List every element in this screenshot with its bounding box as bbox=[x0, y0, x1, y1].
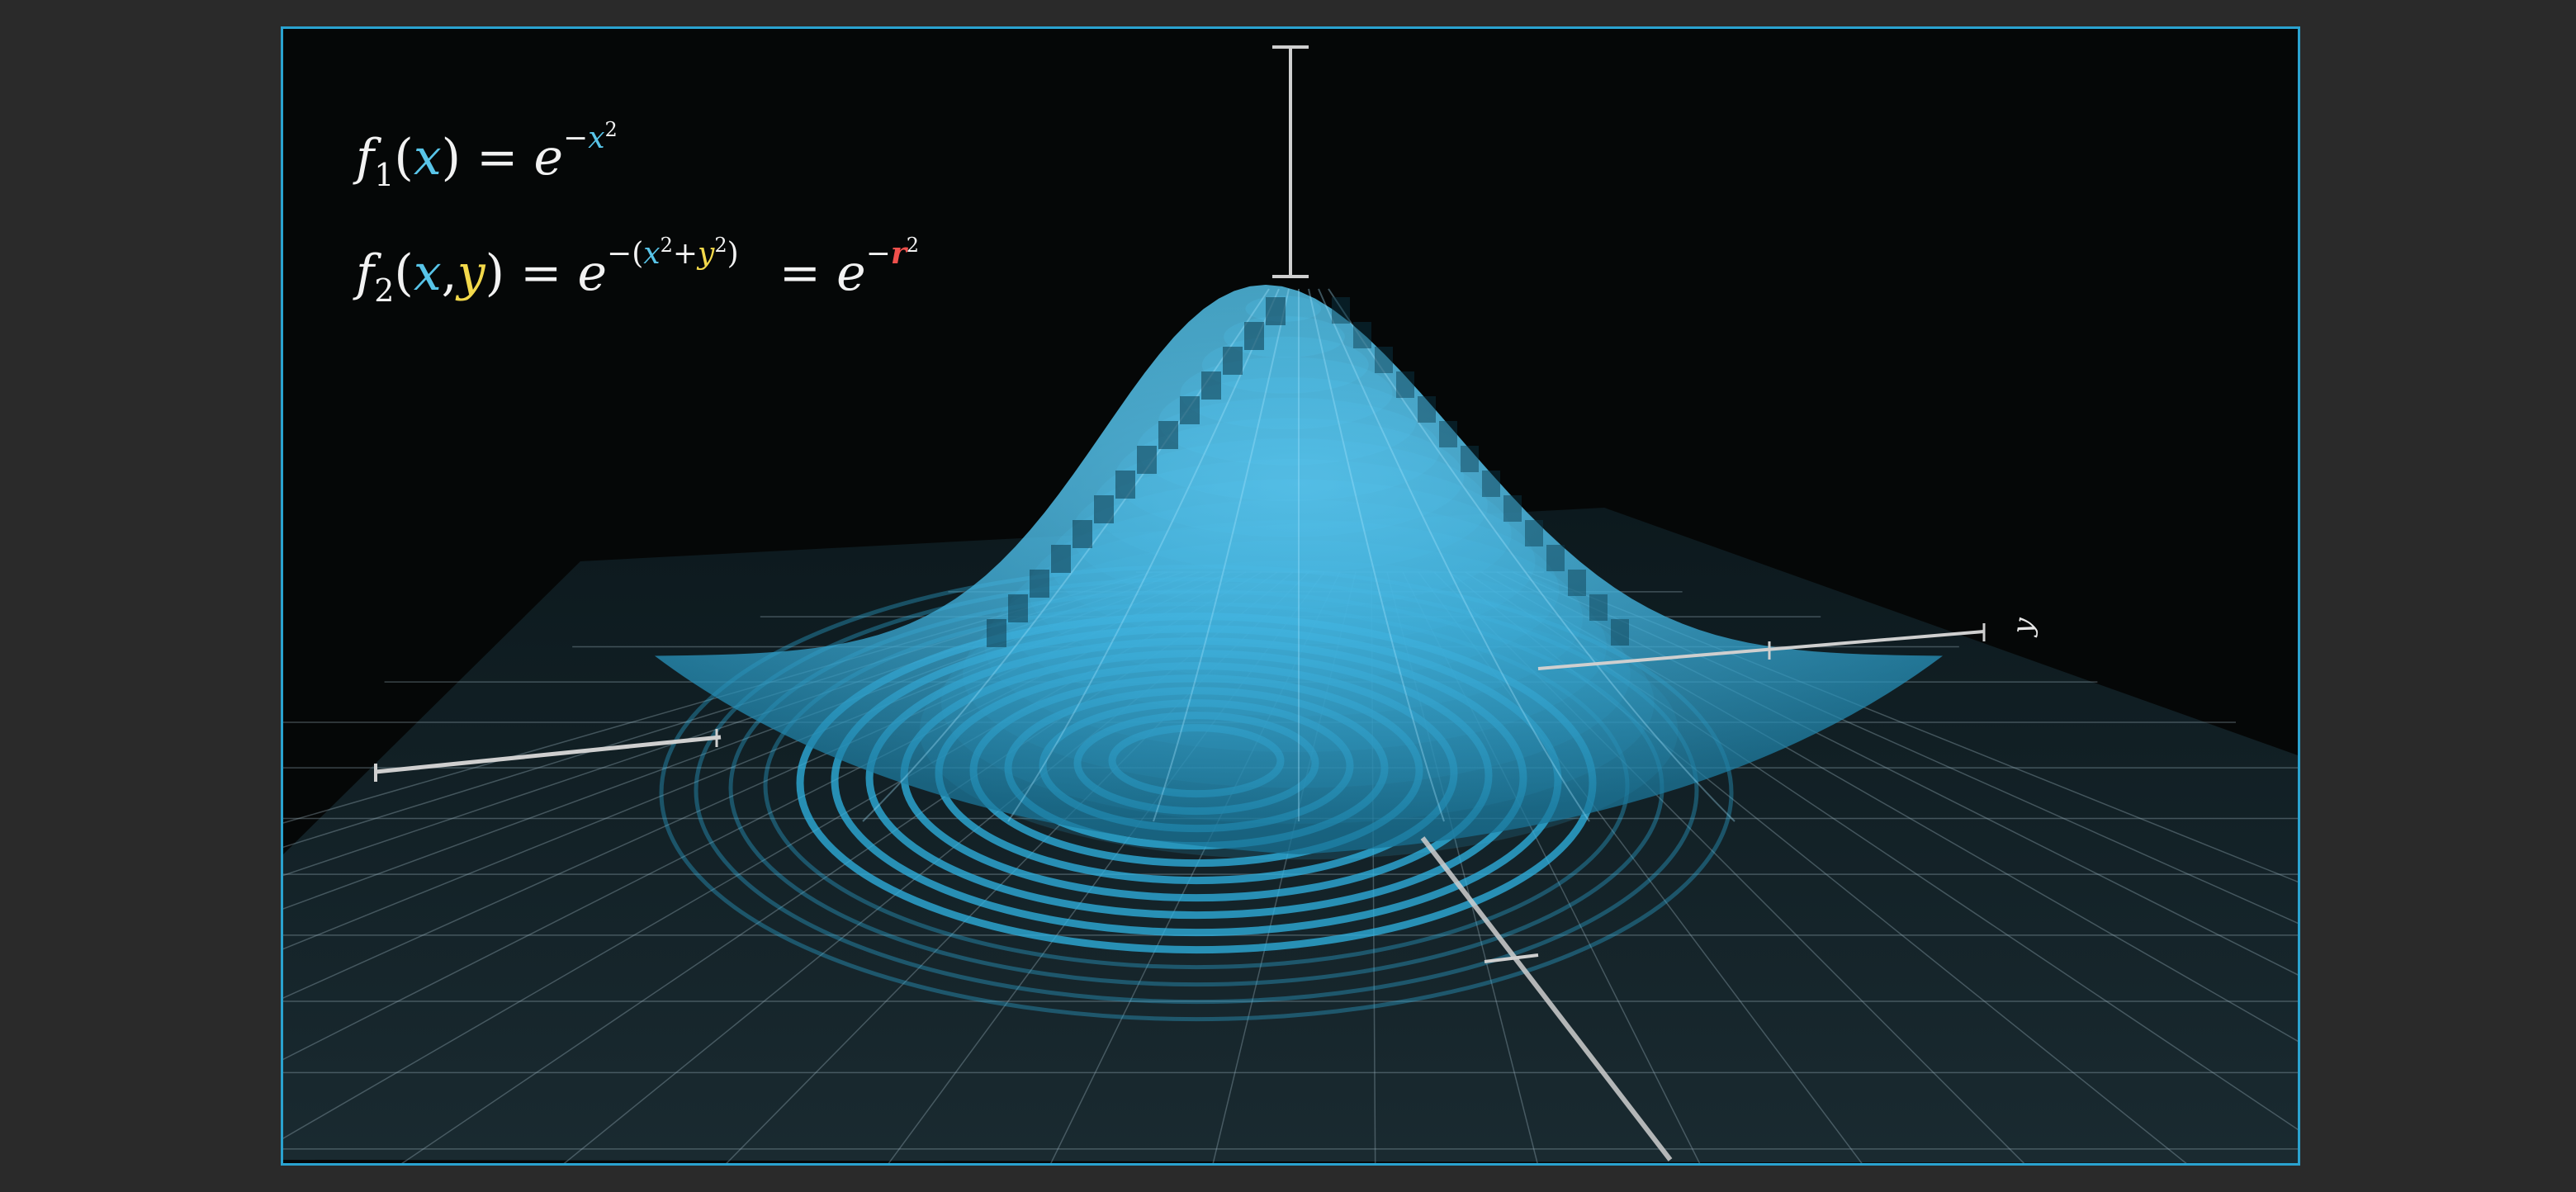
f2-index: 2 bbox=[374, 272, 395, 309]
r-form-base: e bbox=[836, 244, 866, 302]
surface-step bbox=[987, 619, 1006, 647]
surface-step bbox=[1353, 322, 1371, 348]
surface-step bbox=[1503, 495, 1522, 522]
f1-power: 2 bbox=[604, 118, 618, 141]
f1-name: f bbox=[356, 129, 375, 187]
surface-step bbox=[1461, 446, 1479, 472]
r-form-sign: − bbox=[865, 237, 891, 271]
f2-name: f bbox=[356, 244, 375, 302]
surface-step bbox=[1051, 545, 1071, 573]
gaussian-3d-scene: y bbox=[283, 45, 2298, 1163]
f1-sign: − bbox=[563, 121, 589, 155]
surface-step bbox=[1073, 520, 1092, 548]
surface-step bbox=[1266, 297, 1286, 325]
f2-comma: , bbox=[441, 244, 457, 302]
f1-index: 1 bbox=[374, 157, 395, 193]
f2-base: e bbox=[577, 244, 608, 302]
f2-var-y: y bbox=[457, 244, 485, 302]
f2-lparen: ( bbox=[632, 237, 644, 271]
surface-step bbox=[1223, 347, 1243, 375]
surface-step bbox=[1546, 545, 1565, 571]
r-form-power: 2 bbox=[906, 234, 920, 257]
surface-step bbox=[1030, 570, 1049, 598]
r-form-var-r: r bbox=[890, 236, 907, 271]
equation-f2: f2(x,y) = e−(x2+y2) = e−r2 bbox=[356, 234, 920, 309]
surface-step bbox=[1332, 297, 1350, 324]
f2-exp-y: y bbox=[698, 237, 715, 271]
f1-var-x: x bbox=[413, 129, 442, 187]
f1-base: e bbox=[533, 129, 564, 187]
surface-step bbox=[1568, 570, 1586, 596]
f2-power-y: 2 bbox=[714, 234, 727, 257]
surface-step bbox=[1094, 495, 1114, 523]
f1-equals: = bbox=[476, 129, 519, 187]
surface-step bbox=[1396, 371, 1414, 398]
f2-plus: + bbox=[672, 237, 698, 271]
f2-exp-x: x bbox=[643, 237, 661, 271]
r-form-equals: = bbox=[779, 244, 822, 302]
surface-step bbox=[1418, 396, 1436, 423]
f2-equals: = bbox=[520, 244, 562, 302]
y-axis-label: y bbox=[2005, 615, 2041, 639]
surface-step bbox=[1115, 471, 1135, 499]
f1-exp-var: x bbox=[588, 121, 605, 155]
surface-step bbox=[1525, 520, 1543, 546]
surface-step bbox=[1482, 471, 1500, 497]
surface-step bbox=[1158, 421, 1178, 449]
surface-step bbox=[1008, 594, 1028, 622]
surface-step bbox=[1180, 396, 1200, 424]
f2-var-x: x bbox=[413, 244, 442, 302]
surface-step bbox=[1137, 446, 1157, 474]
surface-step bbox=[1589, 594, 1608, 621]
surface-step bbox=[1375, 347, 1393, 373]
f2-power-x: 2 bbox=[660, 234, 673, 257]
surface-step bbox=[1439, 421, 1457, 447]
f2-sign: − bbox=[607, 237, 632, 271]
surface-step bbox=[1201, 371, 1221, 400]
surface-step bbox=[1611, 619, 1629, 646]
surface-step bbox=[1244, 322, 1264, 350]
video-viewport: y f1(x) = e−x2 f2(x,y) = e−(x2+y2) = e−r… bbox=[281, 26, 2300, 1166]
equation-f1: f1(x) = e−x2 bbox=[356, 118, 618, 193]
f2-rparen: ) bbox=[727, 237, 739, 271]
